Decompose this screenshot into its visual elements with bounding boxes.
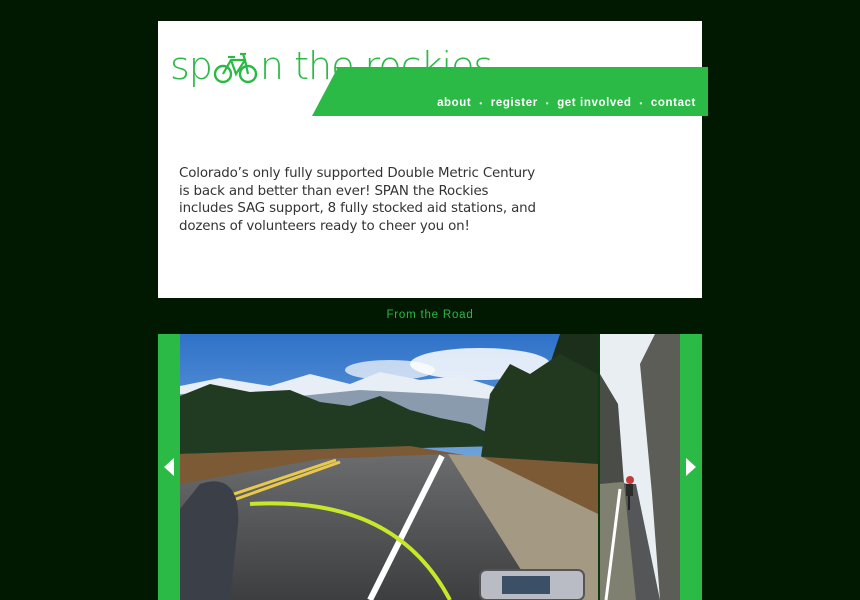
- nav-link-get-involved[interactable]: get involved: [557, 97, 631, 109]
- triangle-right-icon: [686, 458, 696, 476]
- cyclist-photo: [600, 334, 680, 600]
- nav-link-about[interactable]: about: [437, 97, 471, 109]
- slider-prev-button[interactable]: [158, 334, 180, 600]
- intro-paragraph: Colorado’s only fully supported Double M…: [179, 166, 536, 234]
- photo-slider: [158, 334, 702, 600]
- gallery-title: From the Road: [386, 309, 474, 321]
- nav-separator: •: [479, 98, 483, 108]
- logo-text-part-1: sp: [170, 44, 213, 88]
- slider-next-button[interactable]: [680, 334, 702, 600]
- slide-image-road[interactable]: [180, 334, 598, 600]
- road-photo: [180, 334, 598, 600]
- slide-image-cyclist[interactable]: [600, 334, 680, 600]
- nav-banner: about • register • get involved • contac…: [312, 67, 708, 116]
- header-card: sp n the rockies about • register • get …: [158, 21, 708, 298]
- nav-link-contact[interactable]: contact: [651, 97, 696, 109]
- nav-separator: •: [639, 98, 643, 108]
- nav-link-register[interactable]: register: [491, 97, 538, 109]
- nav-separator: •: [545, 98, 550, 108]
- main-nav: about • register • get involved • contac…: [437, 97, 696, 109]
- bicycle-icon: [213, 52, 258, 84]
- triangle-left-icon: [164, 458, 174, 476]
